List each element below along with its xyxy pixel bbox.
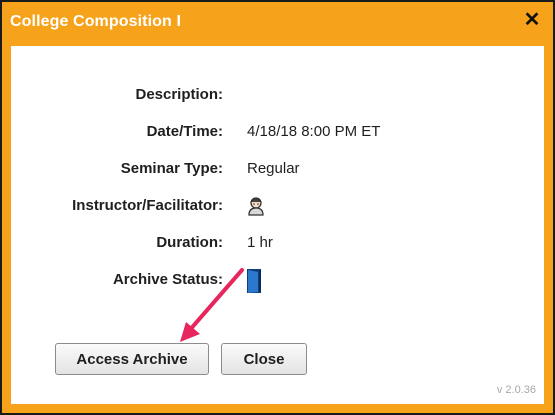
version-label: v 2.0.36 (496, 384, 536, 396)
instructor-label: Instructor/Facilitator: (72, 197, 223, 214)
seminar-dialog: College Composition I ✕ Description: Dat… (0, 0, 555, 415)
datetime-row: Date/Time: 4/18/18 8:00 PM ET (11, 120, 544, 146)
dialog-titlebar: College Composition I ✕ (2, 2, 553, 44)
datetime-label: Date/Time: (146, 123, 223, 140)
duration-row: Duration: 1 hr (11, 231, 544, 257)
person-icon[interactable] (246, 196, 266, 221)
instructor-row: Instructor/Facilitator: (11, 194, 544, 220)
close-button[interactable]: Close (221, 343, 307, 375)
datetime-value: 4/18/18 8:00 PM ET (247, 123, 381, 140)
description-row: Description: (11, 83, 544, 109)
seminar-type-row: Seminar Type: Regular (11, 157, 544, 183)
description-label: Description: (135, 86, 223, 103)
seminar-type-label: Seminar Type: (120, 160, 223, 177)
seminar-type-value: Regular (247, 160, 300, 177)
duration-label: Duration: (156, 234, 223, 251)
close-icon[interactable]: ✕ (521, 9, 543, 31)
access-archive-button[interactable]: Access Archive (55, 343, 209, 375)
dialog-title: College Composition I (10, 13, 181, 30)
dialog-content: Description: Date/Time: 4/18/18 8:00 PM … (11, 46, 544, 404)
door-open-icon (246, 268, 262, 299)
archive-status-label: Archive Status: (112, 271, 223, 288)
archive-status-row: Archive Status: (11, 268, 544, 294)
duration-value: 1 hr (247, 234, 273, 251)
